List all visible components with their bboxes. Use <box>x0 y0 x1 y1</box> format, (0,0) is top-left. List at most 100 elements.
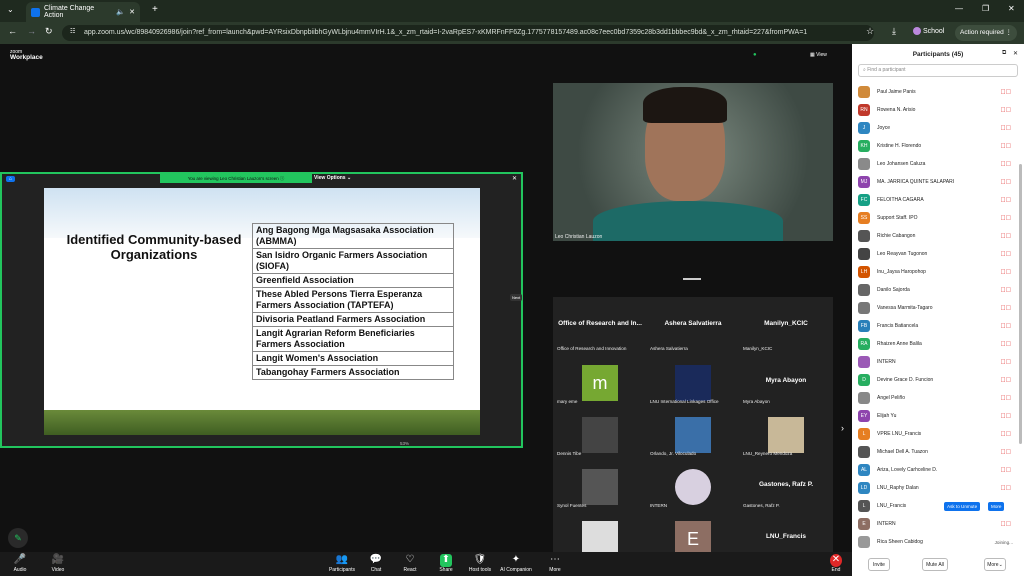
popout-icon[interactable]: ⧉ <box>1002 50 1006 57</box>
new-tab-icon[interactable]: + <box>152 4 158 15</box>
toolbar-react-button[interactable]: ♡ React <box>392 554 428 573</box>
gallery-tile[interactable]: INTERN <box>648 459 738 509</box>
toolbar-host-tools-button[interactable]: 🛡 Host tools <box>462 554 498 573</box>
participant-row[interactable]: Angel Peliño 🎙⃠ <box>852 389 1017 407</box>
participant-row[interactable]: INTERN 🎙⃠ <box>852 353 1017 371</box>
back-icon[interactable]: ← <box>8 26 17 36</box>
panel-close-icon[interactable]: ✕ <box>1013 50 1018 57</box>
url-field[interactable]: app.zoom.us/wc/89840926986/join?ref_from… <box>62 25 874 41</box>
participant-row[interactable]: L VPRE LNU_Francis 🎙⃠ <box>852 425 1017 443</box>
org-row: Ang Bagong Mga Magsasaka Association (AB… <box>252 223 454 249</box>
gallery-tile[interactable]: LNU_Reynero Mendoza <box>741 407 831 457</box>
chat-icon: 💬 <box>369 554 383 565</box>
participant-row[interactable]: E INTERN 🎙⃠ <box>852 515 1017 533</box>
participant-row[interactable]: Danilo Sajorda 🎙⃠ <box>852 281 1017 299</box>
participant-name: Leo Reayvan Tugonon <box>877 251 928 257</box>
toolbar-participants-button[interactable]: 👥 Participants <box>324 554 360 573</box>
gallery-next-icon[interactable]: › <box>841 423 844 433</box>
action-required-button[interactable]: Action required ⋮ <box>955 25 1018 41</box>
tile-avatar <box>582 417 618 453</box>
gallery-tile[interactable]: Gastones, Rafz P. Gastones, Rafz P. <box>741 459 831 509</box>
toolbar-chat-button[interactable]: 💬 Chat <box>358 554 394 573</box>
participant-row[interactable]: AL Ariza, Lovely Carhceline D. 🎙⃠ <box>852 461 1017 479</box>
next-tooltip: Next <box>510 294 523 301</box>
gallery-tile[interactable]: Orlando, Jr. Viloculado <box>648 407 738 457</box>
divider-handle[interactable] <box>683 278 701 280</box>
participant-avatar <box>858 446 870 458</box>
toolbar-end-button[interactable]: ✕ End <box>818 554 854 573</box>
toolbar-ai-companion-button[interactable]: ✦ AI Companion <box>498 554 534 573</box>
maximize-icon[interactable]: ❐ <box>982 4 989 13</box>
participant-row[interactable]: D Devine Grace D. Funcion 🎙⃠ <box>852 371 1017 389</box>
participant-row[interactable]: Paul Jaime Panis 🎙⃠ <box>852 83 1017 101</box>
browser-tab[interactable]: Climate Change Action 🔈 ✕ <box>26 2 140 22</box>
bookmark-star-icon[interactable]: ☆ <box>866 26 874 37</box>
participant-row[interactable]: Leo Johansen Caluza 🎙⃠ <box>852 155 1017 173</box>
ask-to-unmute-button[interactable]: Ask to Unmute <box>944 501 981 511</box>
profile-chip[interactable]: School <box>913 27 944 35</box>
participant-avatar: FC <box>858 194 870 206</box>
participant-row[interactable]: FB Francis Batiancela 🎙⃠ <box>852 317 1017 335</box>
org-row: Langit Agrarian Reform Beneficiaries Far… <box>252 326 454 352</box>
site-settings-icon[interactable]: ☷ <box>70 28 75 35</box>
view-options-button[interactable]: View Options ⌄ <box>314 175 351 181</box>
toolbar-more-button[interactable]: ⋯ More <box>537 554 573 573</box>
gallery-tile[interactable]: Synol Fuentes <box>555 459 645 509</box>
reload-icon[interactable]: ↻ <box>45 26 53 37</box>
gallery-tile[interactable]: Office of Research and In... Office of Re… <box>555 303 645 353</box>
participant-row[interactable]: MJ MA. JARRICA QUINTE SALAPARI 🎙⃠ <box>852 173 1017 191</box>
toolbar-audio-button[interactable]: 🎤 Audio <box>2 554 38 573</box>
security-shield-icon[interactable]: ● <box>753 52 757 58</box>
gallery-tile[interactable]: Dennis Tibe <box>555 407 645 457</box>
annotate-icon[interactable]: ✎ <box>8 528 28 548</box>
active-speaker-video[interactable]: Leo Christian Lauzon <box>553 83 833 241</box>
participant-row[interactable]: RN Rowena N. Arisio 🎙⃠ <box>852 101 1017 119</box>
participant-row[interactable]: LD LNU_Raphy Dalan 🎙⃠ <box>852 479 1017 497</box>
participant-name: Angel Peliño <box>877 395 906 401</box>
toolbar-label: Host tools <box>468 567 492 573</box>
gallery-tile[interactable]: Myra Abayon Myra Abayon <box>741 355 831 405</box>
minimize-icon[interactable]: — <box>955 4 963 13</box>
muted-mic-icon: 🎙⃠ <box>1000 520 1012 528</box>
participant-row[interactable]: L LNU_Francis Ask to Unmute More <box>852 497 1017 515</box>
participant-row[interactable]: LH Inu_Jaysa Haropohop 🎙⃠ <box>852 263 1017 281</box>
gallery-tile[interactable]: LNU International Linkages Office <box>648 355 738 405</box>
more-bottom-label: More <box>987 561 999 568</box>
participant-row[interactable]: KH Kristine H. Florendo 🎙⃠ <box>852 137 1017 155</box>
share-toolbar-icon[interactable]: ⌂ <box>6 176 16 182</box>
more-options-button[interactable]: More ⌄ <box>984 558 1006 571</box>
view-button[interactable]: ▦ View <box>810 52 827 58</box>
panel-scrollbar[interactable] <box>1019 164 1022 444</box>
mute-all-button[interactable]: Mute All <box>922 558 948 571</box>
close-window-icon[interactable]: ✕ <box>1008 4 1015 13</box>
participant-more-button[interactable]: More <box>988 501 1005 511</box>
tile-display-name: LNU_Francis <box>765 533 807 540</box>
participant-avatar: J <box>858 122 870 134</box>
tab-close-icon[interactable]: ✕ <box>129 8 135 16</box>
toolbar-share-button[interactable]: ⬆ Share <box>428 554 464 573</box>
participant-row[interactable]: Vanessa Marmita-Tagaro 🎙⃠ <box>852 299 1017 317</box>
participant-row[interactable]: Leo Reayvan Tugonon 🎙⃠ <box>852 245 1017 263</box>
gallery-tile[interactable]: Ashera Salvatierra Ashera Salvatierra <box>648 303 738 353</box>
gallery-tile[interactable]: m mary eme <box>555 355 645 405</box>
participant-row[interactable]: Richie Cabangon 🎙⃠ <box>852 227 1017 245</box>
participant-row[interactable]: Rica Sheen Cabidog Joining... <box>852 533 1017 551</box>
tile-name: Synol Fuentes <box>557 503 587 508</box>
download-icon[interactable]: ⤓ <box>892 26 896 37</box>
participant-row[interactable]: J Joyce 🎙⃠ <box>852 119 1017 137</box>
participant-name: Elijah Yu <box>877 413 897 419</box>
participant-row[interactable]: FC FELOITHA CAGARA 🎙⃠ <box>852 191 1017 209</box>
share-close-icon[interactable]: ✕ <box>512 175 517 182</box>
participant-search[interactable]: ⌕ Find a participant <box>858 64 1018 77</box>
participant-row[interactable]: SS Support Staff. IPO 🎙⃠ <box>852 209 1017 227</box>
forward-icon[interactable]: → <box>27 26 36 36</box>
participant-row[interactable]: RA Rhaizen Anne Balila 🎙⃠ <box>852 335 1017 353</box>
tab-menu-icon[interactable]: ⌄ <box>7 5 14 14</box>
share-zoom-level: 53% <box>400 441 410 446</box>
participant-row[interactable]: EY Elijah Yu 🎙⃠ <box>852 407 1017 425</box>
toolbar-video-button[interactable]: 🎥 Video <box>40 554 76 573</box>
participant-row[interactable]: Michael Dell A. Tuazon 🎙⃠ <box>852 443 1017 461</box>
invite-button[interactable]: Invite <box>868 558 890 571</box>
gallery-tile[interactable]: Manilyn_KCIC Manilyn_KCIC <box>741 303 831 353</box>
tab-audio-icon: 🔈 <box>116 9 126 16</box>
